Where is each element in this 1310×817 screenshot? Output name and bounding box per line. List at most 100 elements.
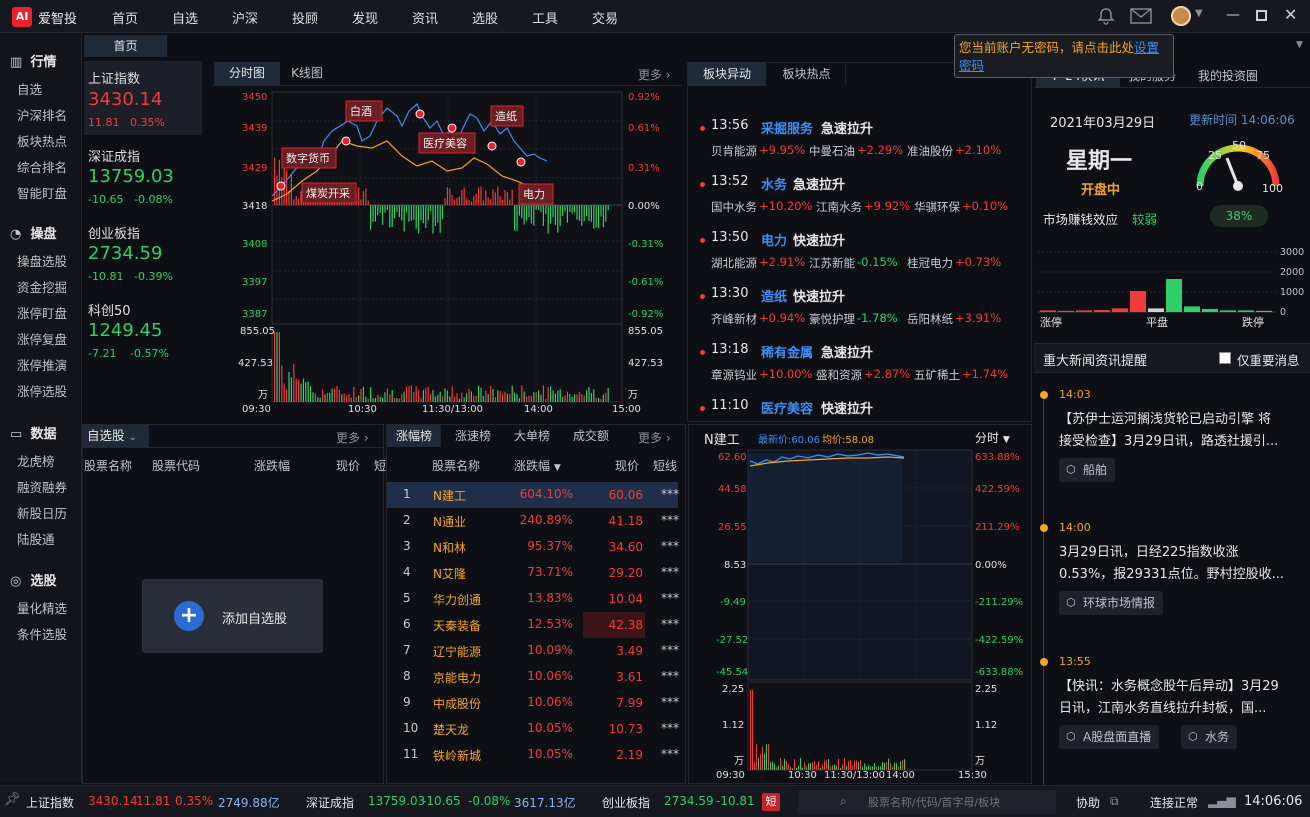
block-news-item[interactable]: 13:30 造纸 快速拉升 齐峰新材 +0.94% 豪悦护理 -1.78% 岳阳林纸 … (696, 286, 1026, 336)
chevron-down-icon[interactable]: ▼ (1195, 8, 1203, 19)
table-row[interactable]: 5 华力创通 13.83% 10.04 *** (387, 586, 679, 612)
news-text[interactable]: 【苏伊士运河搁浅货轮已启动引擎 将 (1059, 408, 1271, 427)
stock-name[interactable]: 国中水务 (711, 199, 757, 215)
stock-name[interactable]: 江南水务 (816, 199, 862, 215)
block-news-item[interactable]: 13:52 水务 急速拉升 国中水务 +10.20% 江南水务 +9.92% 华骐环保… (696, 174, 1026, 224)
news-sector[interactable]: 采掘服务 (761, 118, 813, 137)
nav-discover[interactable]: 发现 (352, 8, 378, 27)
pin-icon[interactable]: 📌︎ (4, 792, 21, 807)
sector-tag[interactable]: 白酒 (350, 104, 372, 118)
status-index-name[interactable]: 创业板指 (602, 794, 650, 811)
sector-tag[interactable]: 造纸 (495, 109, 517, 123)
stock-name[interactable]: 岳阳林纸 (907, 311, 953, 327)
index-name[interactable]: 科创50 (88, 300, 131, 319)
sidebar-item-condition[interactable]: 条件选股 (17, 624, 67, 643)
news-tag[interactable]: ⬡ 水务 (1181, 725, 1238, 749)
table-row[interactable]: 11 铁岭新城 10.05% 2.19 *** (387, 742, 679, 768)
tab-bigorder-rank[interactable]: 大单榜 (505, 425, 559, 447)
collapse-icon[interactable]: ▼ (1296, 40, 1303, 50)
stock-name[interactable]: N建工 (433, 487, 466, 504)
sidebar-item-ranking[interactable]: 沪深排名 (17, 105, 67, 124)
sector-tag[interactable]: 数字货币 (286, 151, 330, 165)
tab-my-circle[interactable]: 我的投资圈 (1192, 64, 1264, 88)
sidebar-item-composite[interactable]: 综合排名 (17, 157, 67, 176)
watchlist-dropdown[interactable]: 自选股 ⌄ (83, 425, 149, 447)
table-row[interactable]: 3 N和林 95.37% 34.60 *** (387, 534, 679, 560)
col-header[interactable]: 现价 (336, 457, 360, 474)
col-header[interactable]: 现价 (615, 457, 639, 474)
status-index-name[interactable]: 上证指数 (26, 794, 74, 811)
more-link[interactable]: 更多 › (638, 66, 671, 83)
short-badge[interactable]: 短 (762, 793, 780, 811)
nav-advisor[interactable]: 投顾 (292, 8, 318, 27)
tab-intraday[interactable]: 分时图 (214, 62, 280, 85)
index-name[interactable]: 创业板指 (88, 223, 140, 242)
tab-speed-rank[interactable]: 涨速榜 (446, 425, 500, 447)
avatar[interactable] (1171, 6, 1191, 26)
sidebar-item-trade-pick[interactable]: 操盘选股 (17, 251, 67, 270)
tab-kline[interactable]: K线图 (282, 62, 332, 85)
news-tag[interactable]: ⬡ A股盘面直播 (1059, 725, 1160, 749)
news-text[interactable]: 3月29日讯，日经225指数收涨 (1059, 541, 1239, 560)
sector-tag[interactable]: 煤炭开采 (306, 187, 350, 200)
col-header[interactable]: 涨跌幅 (254, 457, 290, 474)
sidebar-section-trading[interactable]: ◔ 操盘 (10, 223, 57, 242)
bell-icon[interactable] (1097, 7, 1115, 25)
news-text[interactable]: 日讯，江南水务直线拉升封板，国... (1059, 697, 1266, 716)
stock-name[interactable]: N艾隆 (433, 565, 466, 582)
col-header[interactable]: 股票代码 (152, 457, 200, 474)
close-icon[interactable]: ✕ (1284, 5, 1297, 24)
stock-name[interactable]: 辽宁能源 (433, 643, 481, 660)
stock-name[interactable]: 铁岭新城 (433, 747, 481, 764)
block-news-item[interactable]: 13:56 采掘服务 急速拉升 贝肯能源 +9.95% 中曼石油 +2.29% 准油股… (696, 118, 1026, 168)
col-header[interactable]: 短线 (653, 457, 677, 474)
sidebar-section-data[interactable]: ▭ 数据 (10, 423, 57, 442)
sidebar-section-market[interactable]: ▥ 行情 (10, 51, 57, 70)
news-text[interactable]: 【快讯：水务概念股午后异动】3月29 (1059, 675, 1279, 694)
news-text[interactable]: 0.53%，报29331点位。野村控股收... (1059, 563, 1284, 582)
news-sector[interactable]: 电力 (761, 230, 787, 249)
news-sector[interactable]: 医疗美容 (761, 398, 813, 417)
important-only-checkbox[interactable] (1219, 352, 1231, 364)
stock-name[interactable]: 楚天龙 (433, 721, 469, 738)
sidebar-item-dragon-tiger[interactable]: 龙虎榜 (17, 451, 55, 470)
table-row[interactable]: 4 N艾隆 73.71% 29.20 *** (387, 560, 679, 586)
stock-name[interactable]: 准油股份 (907, 143, 953, 159)
nav-trade[interactable]: 交易 (592, 8, 618, 27)
sidebar-item-smart-watch[interactable]: 智能盯盘 (17, 183, 67, 202)
tab-block-hot[interactable]: 板块热点 (768, 62, 846, 86)
stock-name[interactable]: 天秦装备 (433, 617, 481, 634)
news-text[interactable]: 接受检查】3月29日讯，路透社援引... (1059, 430, 1278, 449)
table-row[interactable]: 2 N通业 240.89% 41.18 *** (387, 508, 679, 534)
stock-name[interactable]: N通业 (433, 513, 466, 530)
tab-block-move[interactable]: 板块异动 (688, 62, 766, 86)
table-row[interactable]: 1 N建工 604.10% 60.06 *** (387, 482, 679, 508)
news-tag[interactable]: ⬡ 船舶 (1059, 458, 1116, 482)
sidebar-item-margin[interactable]: 融资融券 (17, 477, 67, 496)
block-news-item[interactable]: 13:18 稀有金属 急速拉升 章源钨业 +10.00% 盛和资源 +2.87% 五矿… (696, 342, 1026, 392)
sector-tag[interactable]: 医疗美容 (423, 136, 467, 150)
col-header[interactable]: 涨跌幅 ▼ (514, 457, 561, 474)
stock-name[interactable]: 贝肯能源 (711, 143, 757, 159)
news-sector[interactable]: 稀有金属 (761, 342, 813, 361)
table-row[interactable]: 6 天秦装备 12.53% 42.38 *** (387, 612, 679, 638)
col-header[interactable]: 股票名称 (84, 457, 132, 474)
maximize-icon[interactable] (1256, 10, 1267, 21)
tab-home[interactable]: 首页 (84, 35, 167, 57)
stock-name[interactable]: 章源钨业 (711, 367, 757, 383)
sidebar-section-pick[interactable]: ◎ 选股 (10, 570, 57, 589)
nav-shsz[interactable]: 沪深 (232, 8, 258, 27)
news-sector[interactable]: 水务 (761, 174, 787, 193)
rank-more[interactable]: 更多 › (638, 429, 671, 446)
table-row[interactable]: 7 辽宁能源 10.09% 3.49 *** (387, 638, 679, 664)
stock-name[interactable]: 盛和资源 (816, 367, 862, 383)
stock-name[interactable]: 华骐环保 (914, 199, 960, 215)
stock-name[interactable]: N和林 (433, 539, 466, 556)
tab-turnover-rank[interactable]: 成交额 (564, 425, 618, 447)
watchlist-more[interactable]: 更多 › (336, 429, 369, 446)
index-name[interactable]: 上证指数 (88, 68, 140, 87)
sidebar-item-limit-watch[interactable]: 涨停盯盘 (17, 303, 67, 322)
nav-news[interactable]: 资讯 (412, 8, 438, 27)
assist-button[interactable]: 协助 (1076, 794, 1100, 811)
search-box[interactable]: ⌕ (798, 790, 1056, 814)
